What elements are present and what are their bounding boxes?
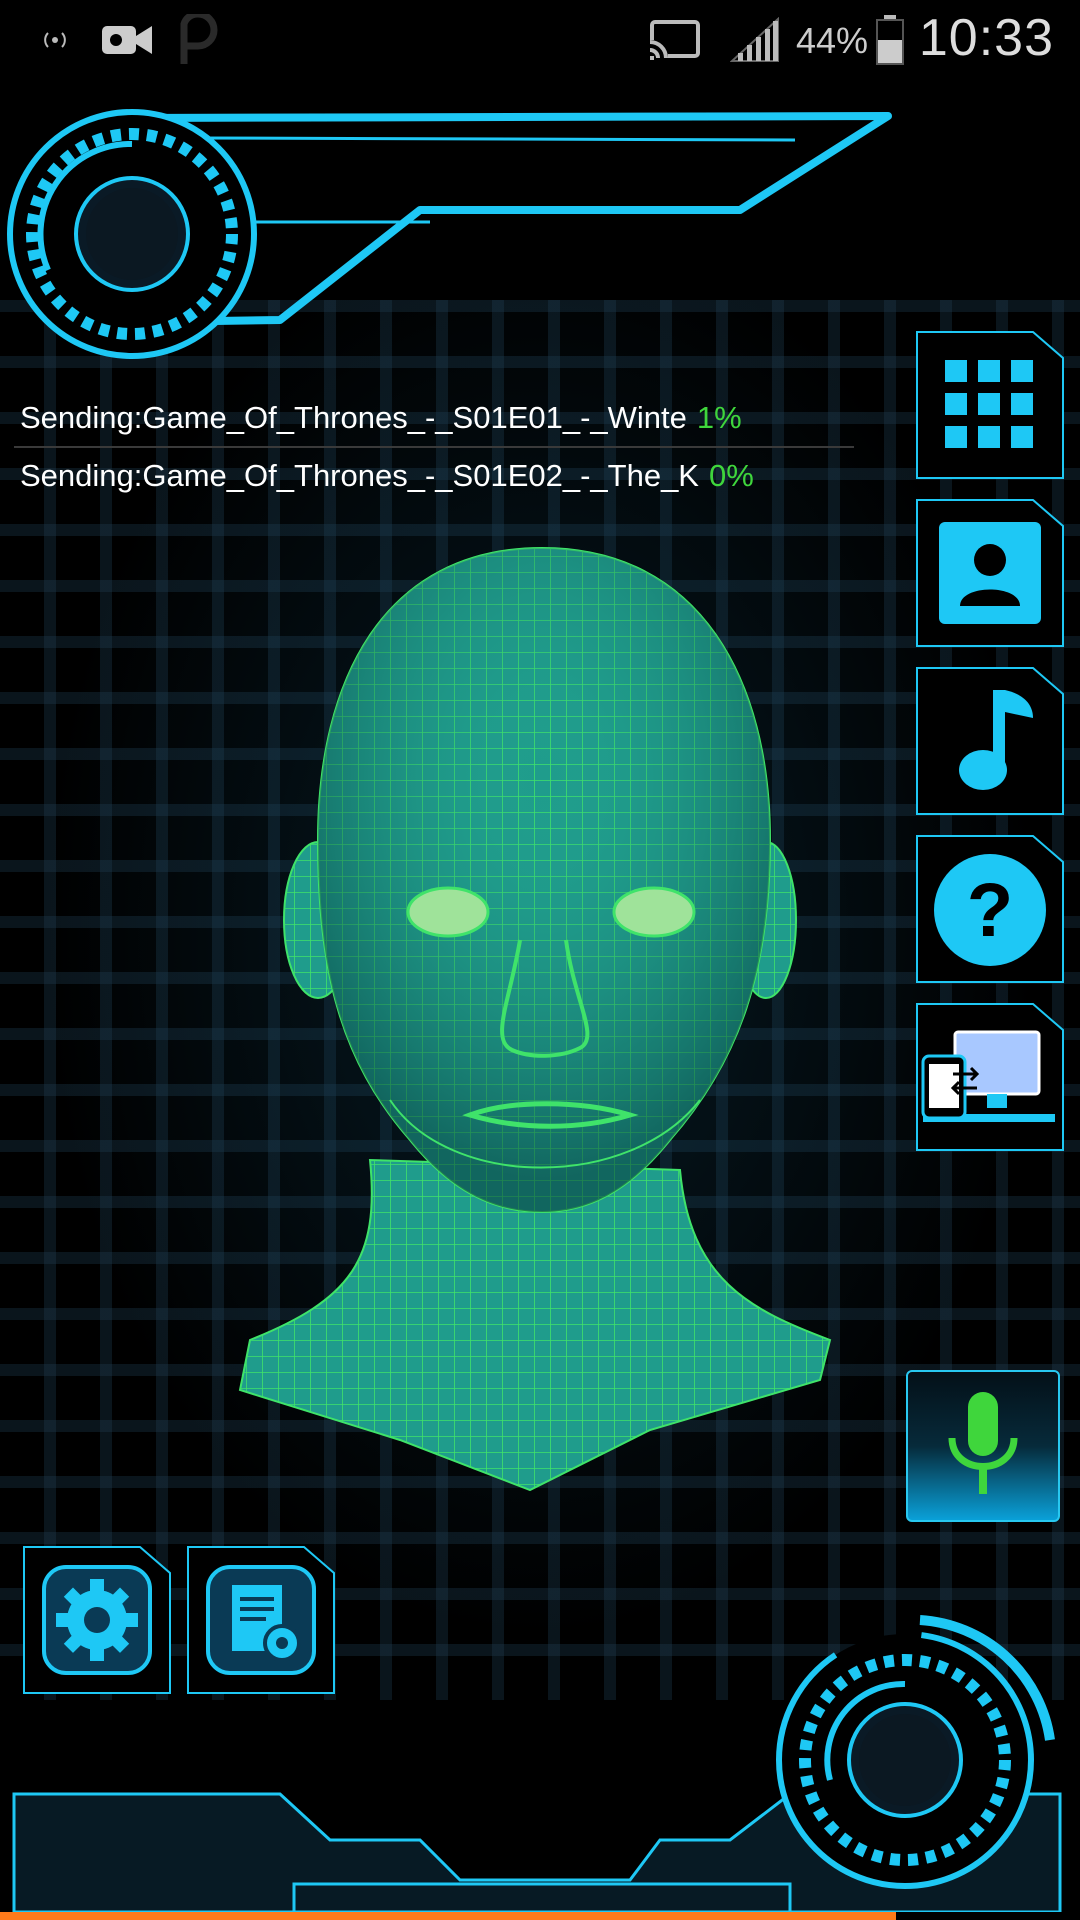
radio-broadcast-icon <box>38 0 72 80</box>
help-icon: ? <box>934 854 1046 966</box>
transfer-item[interactable]: Sending:Game_Of_Thrones_-_S01E02_-_The_K… <box>20 458 754 494</box>
transfer-item[interactable]: Sending:Game_Of_Thrones_-_S01E01_-_Winte… <box>20 400 742 436</box>
transfer-filename: Sending:Game_Of_Thrones_-_S01E01_-_Winte <box>20 400 687 435</box>
phone-to-pc-button[interactable] <box>915 1002 1065 1152</box>
hud-header-graphic <box>7 109 892 359</box>
music-button[interactable] <box>915 666 1065 816</box>
transfer-filename: Sending:Game_Of_Thrones_-_S01E02_-_The_K <box>20 458 699 493</box>
video-camera-icon <box>100 0 154 80</box>
p-icon <box>176 0 220 80</box>
voice-command-button[interactable] <box>906 1370 1060 1522</box>
microphone-icon <box>948 1392 1018 1494</box>
battery-percent: 44% <box>796 20 869 61</box>
help-button[interactable]: ? <box>915 834 1065 984</box>
transfer-percent: 1% <box>696 400 742 435</box>
clock: 10:33 <box>918 9 1054 67</box>
contacts-icon <box>939 522 1041 624</box>
svg-text:?: ? <box>967 868 1013 953</box>
wireframe-head-image <box>238 546 832 1492</box>
battery-icon <box>876 0 904 80</box>
signal-icon <box>730 0 780 80</box>
status-bar: 44% 10:33 <box>0 0 1080 80</box>
transfer-percent: 0% <box>709 458 754 493</box>
app-grid-icon <box>945 360 1033 448</box>
divider <box>14 446 854 448</box>
hud-footer-graphic <box>12 1615 1062 1912</box>
cast-icon <box>648 0 700 80</box>
bottom-progress-bar <box>0 1912 897 1920</box>
contacts-button[interactable] <box>915 498 1065 648</box>
apps-button[interactable] <box>915 330 1065 480</box>
